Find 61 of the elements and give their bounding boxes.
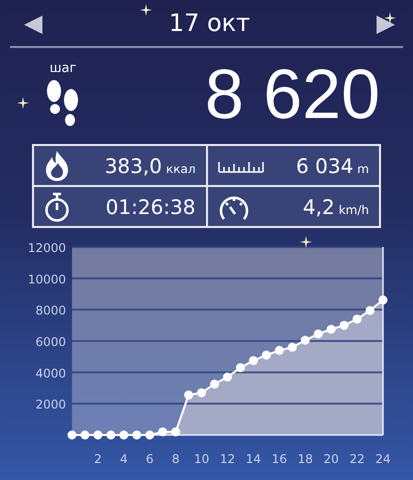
x-axis-label: 6: [146, 452, 154, 466]
previous-day-button[interactable]: ◀: [20, 9, 46, 37]
x-axis-label: 24: [375, 452, 391, 466]
data-point: [326, 324, 336, 334]
stat-value: 4,2: [302, 194, 335, 218]
data-point: [223, 372, 232, 382]
sparkle-icon: [17, 97, 29, 109]
data-point: [119, 430, 128, 440]
next-day-button[interactable]: ▶: [372, 9, 399, 37]
flame-icon: [44, 150, 70, 180]
data-point: [93, 430, 102, 440]
x-axis-label: 16: [272, 452, 287, 466]
x-axis-label: 4: [120, 452, 128, 466]
data-point: [132, 430, 142, 440]
stopwatch-icon: [44, 192, 70, 222]
y-axis-label: 6000: [35, 335, 66, 349]
x-axis-label: 18: [298, 452, 313, 466]
stat-unit: km/h: [338, 202, 369, 216]
data-point: [340, 320, 349, 330]
date-label: 17 окт: [168, 9, 250, 37]
data-point: [378, 295, 388, 304]
data-point: [366, 306, 375, 315]
stat-value: 6 034: [296, 154, 354, 178]
data-point: [184, 390, 194, 400]
data-point: [352, 314, 362, 324]
data-point: [106, 430, 116, 440]
data-point: [248, 356, 258, 366]
y-axis-label: 2000: [35, 398, 66, 412]
y-axis-label: 12000: [28, 241, 66, 255]
x-axis-label: 22: [349, 452, 365, 466]
data-point: [68, 430, 76, 440]
x-axis-label: 14: [246, 452, 262, 466]
stat-value: 383,0: [104, 154, 162, 178]
data-point: [314, 329, 323, 338]
data-point: [158, 427, 168, 436]
sparkle-icon: [300, 236, 312, 248]
step-count: 8 620: [204, 59, 380, 129]
stat-unit: ккал: [166, 162, 196, 176]
sparkle-icon: [140, 4, 152, 16]
footprints-icon: [46, 80, 80, 128]
y-axis-label: 4000: [35, 366, 66, 380]
data-point: [171, 427, 180, 436]
y-axis-label: 8000: [35, 304, 66, 318]
y-axis-label: 10000: [28, 272, 66, 286]
data-point: [197, 388, 206, 398]
x-axis-label: 10: [194, 452, 210, 466]
data-point: [80, 430, 90, 440]
data-point: [274, 346, 284, 355]
x-axis-label: 8: [172, 452, 180, 466]
data-point: [236, 363, 245, 372]
stat-value: 01:26:38: [106, 194, 196, 218]
x-axis-label: 12: [220, 452, 236, 466]
x-axis-label: 2: [94, 452, 102, 466]
data-point: [300, 336, 310, 345]
data-point: [288, 342, 297, 352]
data-point: [262, 350, 271, 360]
data-point: [210, 380, 220, 389]
stat-unit: m: [357, 162, 369, 176]
data-point: [145, 430, 154, 440]
x-axis-label: 20: [324, 452, 339, 466]
steps-label: шаг: [50, 60, 76, 76]
